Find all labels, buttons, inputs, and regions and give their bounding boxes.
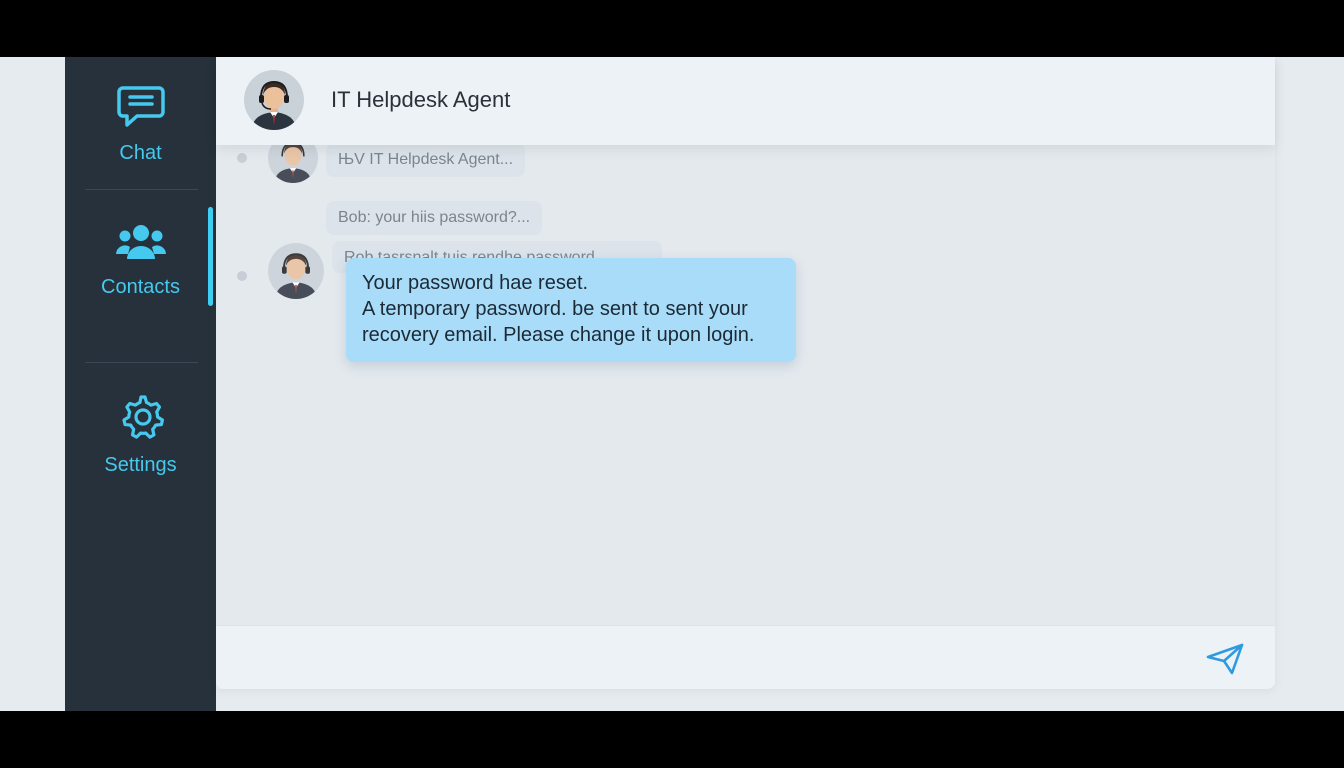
agent-avatar (244, 70, 304, 135)
contacts-icon (115, 221, 167, 268)
sidebar-item-label: Settings (104, 454, 177, 476)
send-icon (1205, 643, 1245, 680)
message-input[interactable] (236, 638, 1176, 678)
send-button[interactable] (1205, 642, 1245, 676)
message-line: A temporary password. be sent to sent yo… (362, 298, 748, 320)
sidebar-divider (85, 189, 198, 190)
page-title: IT Helpdesk Agent (331, 87, 511, 112)
gear-icon (117, 393, 165, 446)
chat-icon (116, 83, 165, 134)
sidebar-item-label: Contacts (101, 276, 180, 298)
message-bubble: Bob: your hiis password?... (326, 201, 543, 235)
sidebar-item-chat[interactable]: Chat (65, 83, 216, 165)
message-bubble: ЊV IT Helpdesk Agent... (326, 145, 526, 177)
sidebar-item-contacts[interactable]: Contacts (65, 221, 216, 299)
agent-avatar (268, 145, 318, 188)
sidebar: Chat Contacts Settings (65, 57, 216, 711)
message-dot (237, 271, 247, 281)
sidebar-divider (85, 362, 198, 363)
sidebar-item-settings[interactable]: Settings (65, 393, 216, 477)
message-line: Your password hae reset. (362, 272, 589, 294)
message-dot (237, 153, 247, 163)
sidebar-item-label: Chat (119, 142, 162, 164)
active-indicator (208, 207, 213, 306)
message-line: recovery email. Please change it upon lo… (362, 324, 755, 346)
message-list: ЊV IT Helpdesk Agent... Bob: your hiis p… (216, 145, 1275, 625)
chat-panel: IT Helpdesk Agent ЊV IT Helpdesk Agent..… (216, 57, 1275, 689)
chat-header: IT Helpdesk Agent (216, 57, 1275, 145)
message-bubble-reply: Your password hae reset. A temporary pas… (346, 258, 796, 362)
app-window: Chat Contacts Settings IT Helpdesk Agent… (0, 57, 1344, 711)
message-composer (216, 625, 1275, 689)
